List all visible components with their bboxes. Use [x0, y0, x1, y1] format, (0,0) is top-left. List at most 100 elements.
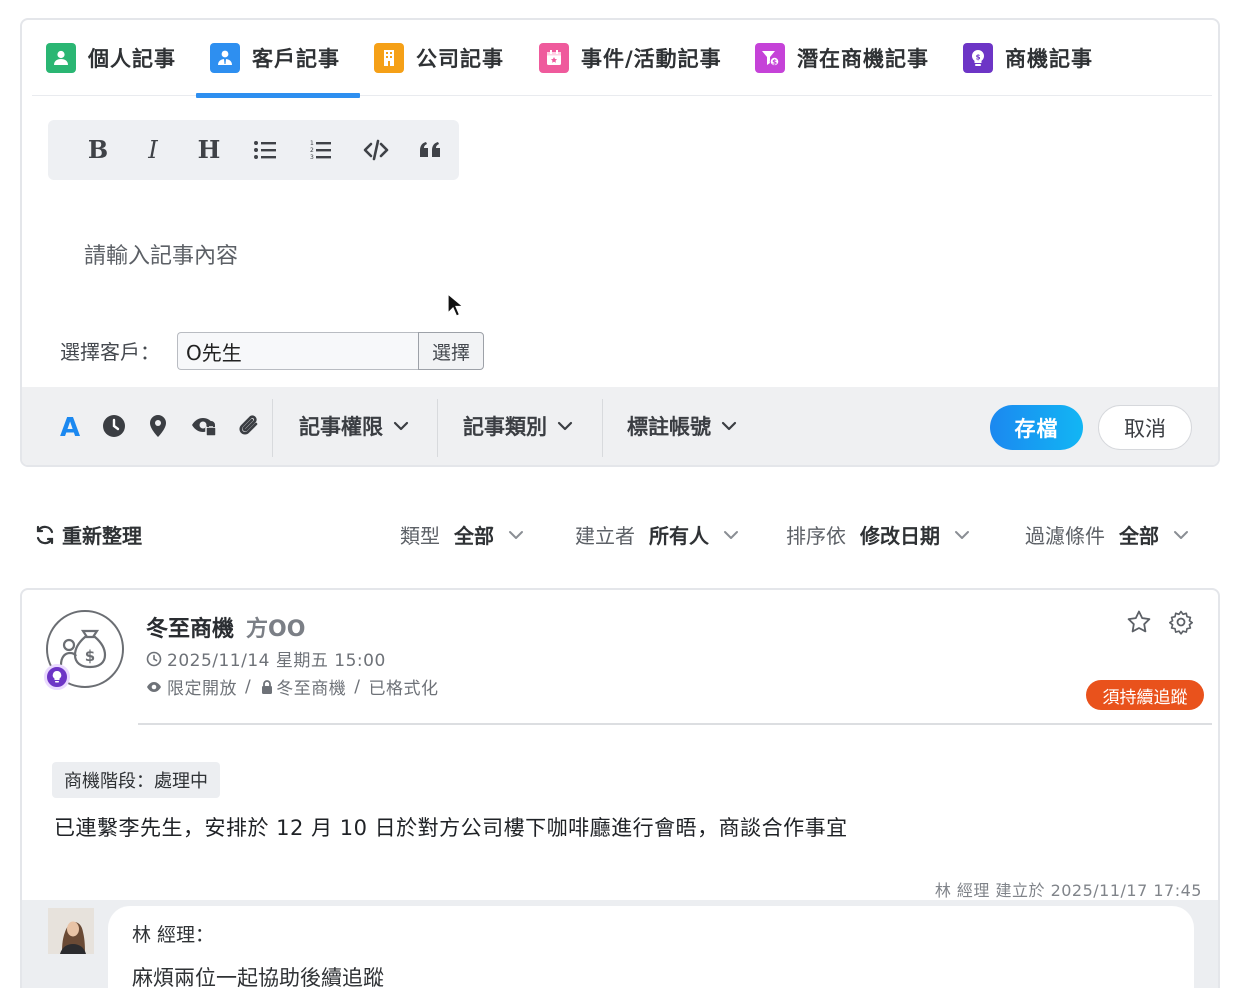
- status-badge: 須持續追蹤: [1086, 680, 1204, 710]
- note-type-tabs: 個人記事 客戶記事 公司記事 事件/活動記事 $ 潛在商機記事 $ 商機記事: [32, 20, 1212, 98]
- svg-text:$: $: [772, 58, 777, 66]
- svg-text:$: $: [976, 54, 981, 62]
- user-photo-icon: [48, 908, 94, 954]
- active-tab-indicator: [196, 93, 360, 98]
- lock-icon: [262, 679, 273, 694]
- eye-icon: [147, 681, 161, 692]
- note-linked-opportunity[interactable]: 冬至商機: [276, 674, 346, 699]
- tag-account-label: 標註帳號: [627, 415, 711, 439]
- format-toolbar: B I H 123: [48, 120, 459, 180]
- svg-text:$: $: [85, 647, 95, 665]
- note-datetime: 2025/11/14 星期五 15:00: [146, 646, 386, 671]
- cancel-button[interactable]: 取消: [1098, 405, 1192, 450]
- tab-label: 公司記事: [416, 47, 504, 71]
- comment-section: 林 經理： 麻煩兩位一起協助後續追蹤: [22, 900, 1218, 988]
- customer-icon: [210, 43, 240, 73]
- permission-label: 記事權限: [299, 415, 383, 439]
- tab-customer-note[interactable]: 客戶記事: [196, 20, 360, 98]
- tab-event-note[interactable]: 事件/活動記事: [539, 20, 722, 96]
- chevron-down-icon: [955, 530, 969, 539]
- note-format: 已格式化: [368, 679, 439, 699]
- toolbar-divider: [272, 399, 273, 457]
- note-title[interactable]: 冬至商機: [146, 611, 234, 643]
- note-body: 已連繫李先生，安排於 12 月 10 日於對方公司樓下咖啡廳進行會晤，商談合作事…: [54, 816, 848, 840]
- note-datetime-text: 2025/11/14 星期五 15:00: [167, 651, 386, 671]
- text-color-icon[interactable]: A: [53, 409, 87, 443]
- creator-filter-label: 建立者: [575, 524, 635, 548]
- clock-icon[interactable]: [97, 409, 131, 443]
- category-label: 記事類別: [463, 415, 547, 439]
- meta-separator: /: [354, 676, 361, 697]
- chevron-down-icon: [557, 421, 573, 431]
- condition-filter[interactable]: 過濾條件 全部: [1025, 520, 1191, 549]
- avatar: [48, 908, 94, 954]
- italic-icon[interactable]: I: [126, 130, 182, 170]
- numbered-list-icon[interactable]: 123: [292, 130, 348, 170]
- tab-lead-note[interactable]: $ 潛在商機記事: [755, 20, 929, 96]
- tab-opportunity-note[interactable]: $ 商機記事: [963, 20, 1093, 96]
- category-dropdown[interactable]: 記事類別: [463, 411, 575, 441]
- calendar-icon: [539, 43, 569, 73]
- note-created-info: 林 經理 建立於 2025/11/17 17:45: [934, 881, 1202, 900]
- gear-icon[interactable]: [1168, 609, 1194, 635]
- clock-icon: [146, 651, 162, 666]
- customer-label: 選擇客戶：: [60, 340, 160, 364]
- permission-dropdown[interactable]: 記事權限: [299, 411, 411, 441]
- bullet-list-icon[interactable]: [237, 130, 293, 170]
- refresh-button[interactable]: 重新整理: [34, 520, 142, 549]
- note-meta: 限定開放 / 冬至商機 / 已格式化: [146, 674, 438, 699]
- editor-placeholder[interactable]: 請輸入記事內容: [84, 238, 238, 270]
- creator-filter-value: 所有人: [649, 524, 709, 548]
- tag-account-dropdown[interactable]: 標註帳號: [627, 411, 739, 441]
- svg-text:H: H: [198, 137, 221, 163]
- select-customer-button[interactable]: 選擇: [418, 332, 484, 370]
- chevron-down-icon: [721, 421, 737, 431]
- svg-text:2: 2: [310, 147, 314, 154]
- funnel-dollar-icon: $: [755, 43, 785, 73]
- tab-label: 事件/活動記事: [581, 47, 722, 71]
- type-filter-label: 類型: [400, 524, 440, 548]
- divider: [138, 723, 1212, 725]
- customer-field[interactable]: [177, 332, 420, 370]
- comment-bubble: 林 經理： 麻煩兩位一起協助後續追蹤: [108, 906, 1194, 988]
- toolbar-divider: [602, 399, 603, 457]
- building-icon: [374, 43, 404, 73]
- chevron-down-icon: [1174, 530, 1188, 539]
- comment-author: 林 經理：: [132, 924, 215, 946]
- svg-text:B: B: [88, 137, 108, 163]
- bold-icon[interactable]: B: [70, 130, 126, 170]
- lightbulb-icon: $: [963, 43, 993, 73]
- comment-text: 麻煩兩位一起協助後續追蹤: [132, 966, 384, 988]
- tab-label: 個人記事: [88, 47, 176, 71]
- condition-filter-value: 全部: [1119, 524, 1159, 548]
- condition-filter-label: 過濾條件: [1025, 524, 1105, 548]
- paperclip-icon[interactable]: [233, 409, 267, 443]
- refresh-label: 重新整理: [62, 524, 142, 548]
- refresh-icon: [36, 525, 54, 544]
- type-filter-value: 全部: [454, 524, 494, 548]
- tab-label: 客戶記事: [252, 47, 340, 71]
- code-icon[interactable]: [348, 130, 404, 170]
- svg-text:I: I: [148, 137, 159, 163]
- tab-personal-note[interactable]: 個人記事: [46, 20, 176, 96]
- sort-filter[interactable]: 排序依 修改日期: [786, 520, 972, 549]
- lightbulb-icon: [44, 664, 70, 690]
- svg-text:3: 3: [310, 154, 314, 161]
- heading-icon[interactable]: H: [181, 130, 237, 170]
- star-icon[interactable]: [1126, 609, 1152, 635]
- type-filter[interactable]: 類型 全部: [400, 520, 526, 549]
- note-composer: 個人記事 客戶記事 公司記事 事件/活動記事 $ 潛在商機記事 $ 商機記事 B…: [20, 18, 1220, 467]
- sort-filter-label: 排序依: [786, 524, 846, 548]
- note-card: $ 冬至商機 方OO 2025/11/14 星期五 15:00 限定開放 / 冬…: [20, 588, 1220, 988]
- tab-company-note[interactable]: 公司記事: [374, 20, 504, 96]
- chevron-down-icon: [393, 421, 409, 431]
- save-button[interactable]: 存檔: [990, 405, 1083, 450]
- private-eye-icon[interactable]: [187, 409, 221, 443]
- creator-filter[interactable]: 建立者 所有人: [575, 520, 741, 549]
- person-icon: [46, 43, 76, 73]
- svg-text:A: A: [60, 413, 80, 439]
- toolbar-divider: [437, 399, 438, 457]
- quote-icon[interactable]: [403, 130, 459, 170]
- note-visibility: 限定開放: [167, 679, 237, 699]
- location-pin-icon[interactable]: [141, 409, 175, 443]
